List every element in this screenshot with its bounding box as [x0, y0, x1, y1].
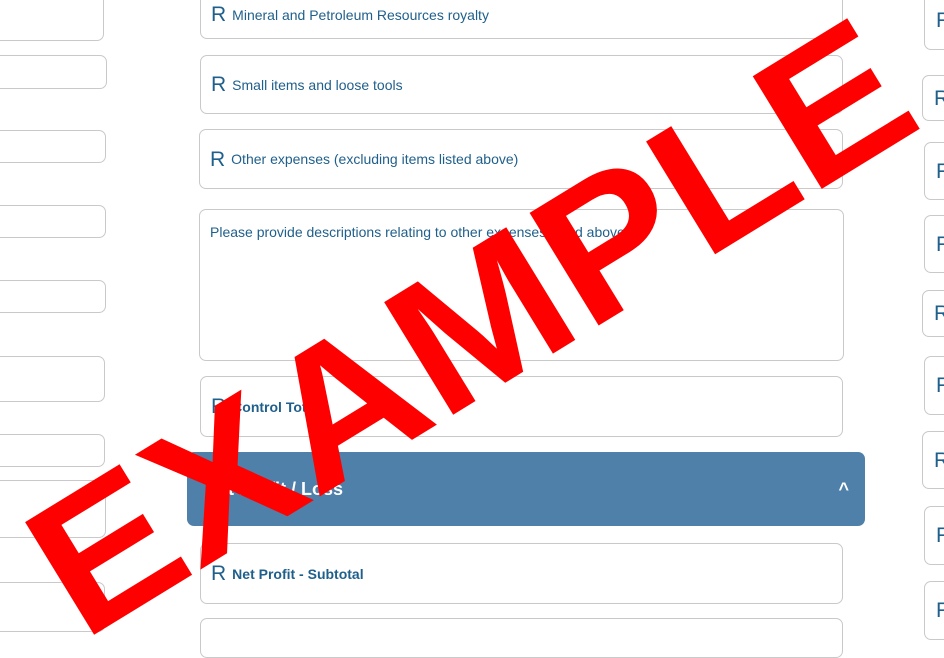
left-field-7[interactable] [0, 434, 105, 467]
right-field-1[interactable]: R [924, 0, 944, 50]
left-field-3[interactable] [0, 130, 106, 163]
currency-symbol: R [934, 302, 944, 325]
left-field-8[interactable] [0, 480, 106, 538]
right-field-2[interactable]: R [922, 75, 944, 121]
currency-symbol: R [210, 147, 226, 171]
left-field-4[interactable] [0, 205, 106, 238]
small-items-label: Small items and loose tools [232, 76, 403, 93]
next-field-partial[interactable] [200, 618, 843, 658]
currency-symbol: R [211, 562, 227, 585]
expense-descriptions-placeholder: Please provide descriptions relating to … [210, 224, 625, 240]
currency-symbol: R [936, 232, 944, 256]
collapse-caret-icon[interactable]: ^ [838, 479, 849, 500]
net-profit-subtotal-field[interactable]: R Net Profit - Subtotal [200, 543, 843, 604]
currency-symbol: R [936, 374, 944, 397]
right-field-4[interactable]: R [924, 215, 944, 273]
other-expenses-field[interactable]: R Other expenses (excluding items listed… [199, 129, 843, 189]
left-field-2[interactable] [0, 55, 107, 89]
currency-symbol: R [211, 3, 227, 26]
other-expenses-label: Other expenses (excluding items listed a… [231, 151, 519, 167]
mineral-royalty-label: Mineral and Petroleum Resources royalty [232, 6, 489, 23]
left-field-1[interactable] [0, 0, 104, 41]
expense-descriptions-textarea[interactable]: Please provide descriptions relating to … [199, 209, 844, 361]
net-profit-subtotal-label: Net Profit - Subtotal [232, 565, 364, 582]
currency-symbol: R [211, 73, 227, 96]
control-total-label: Control Total [232, 398, 319, 415]
right-field-7[interactable]: R [922, 431, 944, 489]
section-title: Net Profit / Loss [205, 478, 344, 499]
currency-symbol: R [936, 524, 944, 547]
mineral-royalty-field[interactable]: R Mineral and Petroleum Resources royalt… [200, 0, 843, 39]
currency-symbol: R [936, 8, 944, 32]
small-items-field[interactable]: R Small items and loose tools [200, 55, 843, 114]
right-field-8[interactable]: R [924, 506, 944, 565]
currency-symbol: R [211, 395, 227, 418]
currency-symbol: R [936, 159, 944, 183]
right-field-6[interactable]: R [924, 356, 944, 415]
right-field-5[interactable]: R [922, 290, 944, 337]
left-field-6[interactable] [0, 356, 105, 402]
currency-symbol: R [936, 599, 944, 622]
net-profit-loss-section-header[interactable]: Net Profit / Loss ^ [187, 452, 865, 526]
right-field-3[interactable]: R [924, 142, 944, 200]
currency-symbol: R [934, 86, 944, 110]
left-field-9[interactable] [0, 582, 105, 632]
control-total-field[interactable]: R Control Total [200, 376, 843, 437]
currency-symbol: R [934, 448, 944, 472]
right-field-9[interactable]: R [924, 581, 944, 640]
left-field-5[interactable] [0, 280, 106, 313]
